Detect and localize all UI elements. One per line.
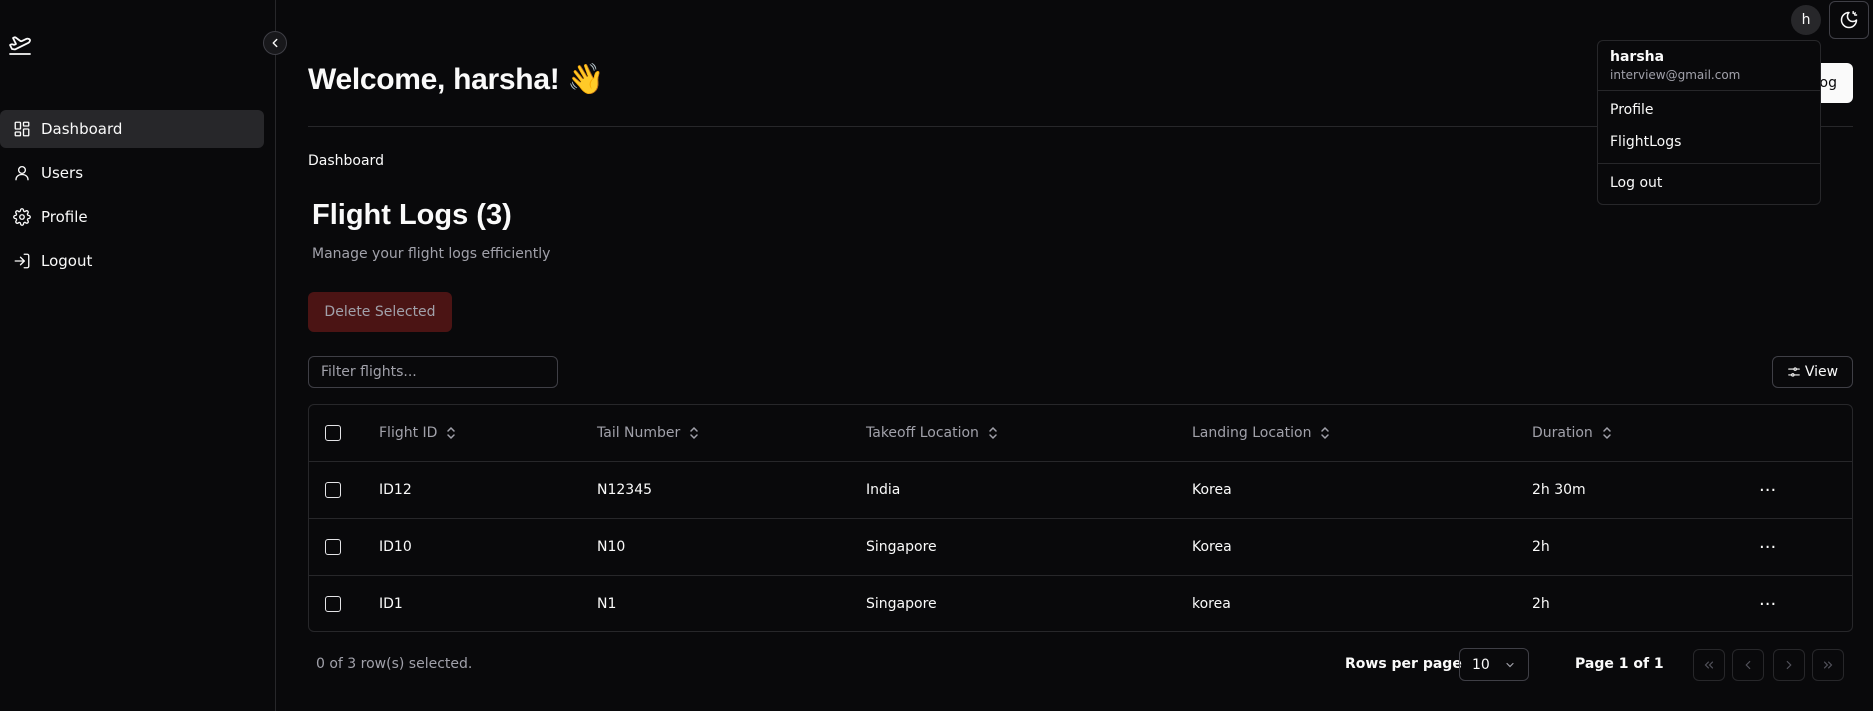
view-label: View <box>1804 364 1839 380</box>
rows-per-page-value: 10 <box>1472 656 1490 673</box>
column-header-landing-location[interactable]: Landing Location <box>1192 405 1331 461</box>
cell-tail-number: N12345 <box>597 482 653 498</box>
cell-flight-id: ID1 <box>379 596 403 612</box>
chevrons-left-icon <box>1704 661 1714 669</box>
cell-duration: 2h <box>1532 596 1550 612</box>
previous-page-button[interactable] <box>1732 649 1764 681</box>
logout-icon <box>14 253 30 269</box>
cell-takeoff-location: Singapore <box>866 539 937 555</box>
sliders-icon <box>1788 367 1800 377</box>
next-page-button[interactable] <box>1773 649 1805 681</box>
chevron-down-icon <box>1506 662 1514 667</box>
column-header-duration[interactable]: Duration <box>1532 405 1613 461</box>
first-page-button[interactable] <box>1693 649 1725 681</box>
sidebar-item-dashboard[interactable]: Dashboard <box>0 110 264 148</box>
cell-takeoff-location: India <box>866 482 901 498</box>
cell-flight-id: ID12 <box>379 482 412 498</box>
chevrons-right-icon <box>1823 661 1833 669</box>
chevron-left-icon <box>1745 660 1751 670</box>
sidebar-nav: Dashboard Users Profile Logout <box>0 110 264 286</box>
rows-per-page-label: Rows per page <box>1345 656 1462 672</box>
cell-landing-location: korea <box>1192 596 1231 612</box>
sidebar-item-logout[interactable]: Logout <box>0 242 264 280</box>
table-row: ID1 N1 Singapore korea 2h ··· <box>309 576 1852 631</box>
row-checkbox[interactable] <box>325 596 341 612</box>
select-all-checkbox[interactable] <box>325 425 341 441</box>
rows-per-page-select[interactable]: 10 <box>1459 648 1529 681</box>
column-label: Flight ID <box>379 425 438 441</box>
cell-landing-location: Korea <box>1192 539 1232 555</box>
page-subtitle: Manage your flight logs efficiently <box>312 246 551 262</box>
user-menu-name: harsha <box>1610 49 1665 65</box>
sidebar-item-label: Dashboard <box>41 120 123 138</box>
menu-item-flightlogs[interactable]: FlightLogs <box>1610 134 1681 150</box>
cell-duration: 2h <box>1532 539 1550 555</box>
moon-sun-icon <box>1840 10 1858 29</box>
row-checkbox[interactable] <box>325 539 341 555</box>
table-header-row: Flight ID Tail Number Takeoff Location L… <box>309 405 1852 462</box>
welcome-heading: Welcome, harsha! 👋 <box>308 63 605 96</box>
sidebar-item-profile[interactable]: Profile <box>0 198 264 236</box>
cell-flight-id: ID10 <box>379 539 412 555</box>
selection-count: 0 of 3 row(s) selected. <box>316 656 473 672</box>
sidebar: Dashboard Users Profile Logout <box>0 0 276 711</box>
cell-tail-number: N1 <box>597 596 617 612</box>
column-label: Takeoff Location <box>866 425 979 441</box>
gear-icon <box>13 208 31 226</box>
page-title: Flight Logs (3) <box>312 199 512 231</box>
cell-landing-location: Korea <box>1192 482 1232 498</box>
sort-icon <box>690 426 699 440</box>
delete-selected-button[interactable]: Delete Selected <box>308 292 452 332</box>
sidebar-item-label: Profile <box>41 208 88 226</box>
cell-takeoff-location: Singapore <box>866 596 937 612</box>
view-options-button[interactable]: View <box>1772 356 1853 388</box>
dashboard-icon <box>14 121 30 137</box>
table-row: ID12 N12345 India Korea 2h 30m ··· <box>309 462 1852 519</box>
theme-toggle-button[interactable] <box>1829 1 1869 39</box>
sort-icon <box>989 426 997 440</box>
row-checkbox[interactable] <box>325 482 341 498</box>
chevron-right-icon <box>1786 660 1792 670</box>
column-header-tail-number[interactable]: Tail Number <box>597 405 700 461</box>
page-indicator: Page 1 of 1 <box>1575 656 1664 672</box>
chevron-left-icon <box>272 38 278 48</box>
column-label: Landing Location <box>1192 425 1312 441</box>
column-label: Tail Number <box>597 425 681 441</box>
sort-icon <box>1321 426 1330 440</box>
row-actions-icon[interactable]: ··· <box>1759 480 1776 501</box>
column-header-takeoff-location[interactable]: Takeoff Location <box>866 405 999 461</box>
menu-divider <box>1598 163 1820 164</box>
menu-item-logout[interactable]: Log out <box>1610 175 1662 191</box>
filter-flights-input[interactable] <box>308 356 558 388</box>
user-menu-dropdown: harsha interview@gmail.com Profile Fligh… <box>1597 40 1821 205</box>
last-page-button[interactable] <box>1812 649 1844 681</box>
column-header-flight-id[interactable]: Flight ID <box>379 405 457 461</box>
row-actions-icon[interactable]: ··· <box>1759 594 1776 615</box>
sort-icon <box>1603 426 1611 440</box>
sidebar-item-label: Logout <box>41 252 93 270</box>
table-row: ID10 N10 Singapore Korea 2h ··· <box>309 519 1852 576</box>
avatar[interactable]: h <box>1791 5 1821 35</box>
menu-divider <box>1598 90 1820 91</box>
breadcrumb[interactable]: Dashboard <box>308 153 384 169</box>
sidebar-collapse-button[interactable] <box>263 31 287 55</box>
sidebar-item-users[interactable]: Users <box>0 154 264 192</box>
user-icon <box>15 165 29 181</box>
flight-logs-table: Flight ID Tail Number Takeoff Location L… <box>308 404 1853 632</box>
column-label: Duration <box>1532 425 1593 441</box>
menu-item-profile[interactable]: Profile <box>1610 102 1654 118</box>
sidebar-item-label: Users <box>41 164 84 182</box>
cell-tail-number: N10 <box>597 539 626 555</box>
row-actions-icon[interactable]: ··· <box>1759 537 1776 558</box>
user-menu-email: interview@gmail.com <box>1610 68 1741 82</box>
cell-duration: 2h 30m <box>1532 482 1586 498</box>
plane-takeoff-icon[interactable] <box>8 32 32 56</box>
sort-icon <box>447 426 456 440</box>
